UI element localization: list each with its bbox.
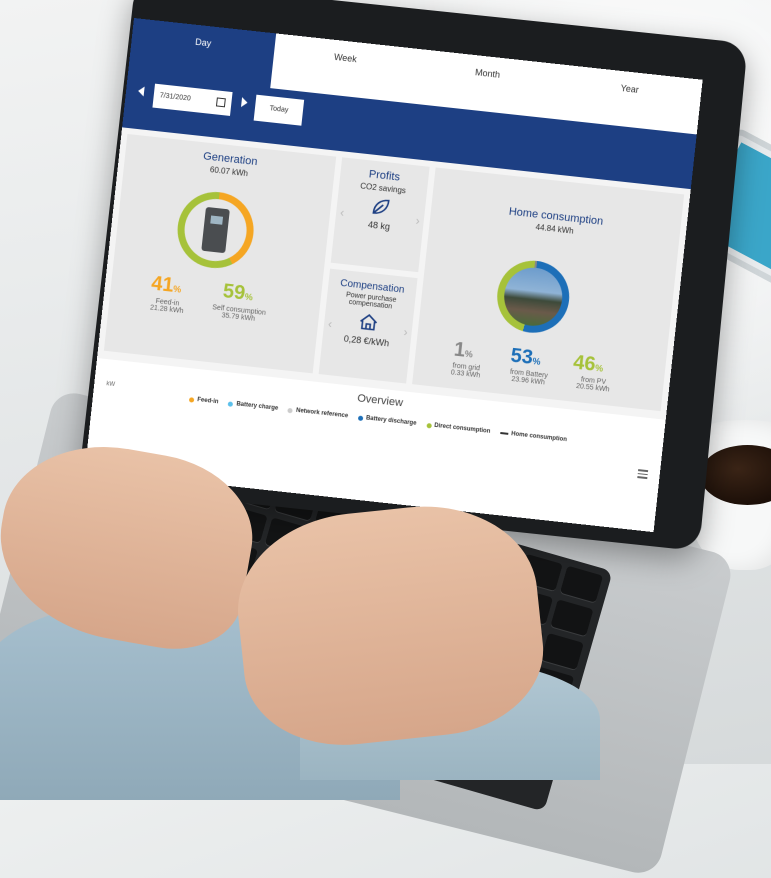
feed-in-percent: 41% bbox=[150, 272, 182, 297]
self-consumption-percent: 59% bbox=[221, 280, 254, 305]
overview-axis-label: kW bbox=[105, 381, 116, 389]
today-button[interactable]: Today bbox=[253, 94, 305, 126]
leaf-icon bbox=[372, 199, 390, 214]
legend-battery-discharge[interactable]: Battery discharge bbox=[357, 415, 417, 427]
previous-day-arrow-icon[interactable] bbox=[137, 85, 145, 97]
calendar-icon[interactable] bbox=[215, 97, 226, 108]
compensation-prev-icon[interactable]: ‹ bbox=[327, 316, 332, 330]
generation-ring bbox=[173, 188, 258, 272]
house-icon bbox=[360, 314, 378, 331]
from-pv-percent: 46% bbox=[572, 351, 604, 376]
legend-direct-consumption[interactable]: Direct consumption bbox=[426, 422, 491, 435]
house-photo bbox=[501, 264, 566, 329]
date-value: 7/31/2020 bbox=[159, 92, 192, 103]
from-grid-percent: 1% bbox=[452, 338, 474, 362]
profits-panel: Profits CO2 savings 48 kg ‹ › bbox=[330, 157, 430, 273]
next-day-arrow-icon[interactable] bbox=[241, 97, 249, 108]
legend-home-consumption[interactable]: Home consumption bbox=[500, 430, 567, 443]
home-consumption-ring bbox=[493, 257, 573, 337]
from-battery-label: from Battery 23.96 kWh bbox=[509, 368, 549, 387]
compensation-next-icon[interactable]: › bbox=[403, 325, 408, 339]
generation-panel: Generation 60.07 kWh 41% Feed-in 21.28 kW… bbox=[103, 133, 337, 374]
self-consumption-label: Self consumption 35.79 kWh bbox=[211, 304, 267, 323]
compensation-panel: Compensation Power purchase compensation… bbox=[318, 268, 418, 384]
date-input[interactable]: 7/31/2020 bbox=[152, 83, 233, 116]
inverter-icon bbox=[201, 206, 230, 254]
feed-in-label: Feed-in 21.28 kWh bbox=[149, 298, 184, 316]
legend-battery-charge[interactable]: Battery charge bbox=[228, 400, 278, 412]
from-battery-percent: 53% bbox=[509, 344, 542, 370]
from-pv-label: from PV 20.55 kWh bbox=[575, 376, 610, 394]
home-consumption-panel: Home consumption 44.84 kWh 1% from grid 0… bbox=[412, 167, 685, 412]
legend-feed-in[interactable]: Feed-in bbox=[188, 396, 219, 405]
middle-column: Profits CO2 savings 48 kg ‹ › Compensati… bbox=[318, 157, 430, 384]
from-grid-label: from grid 0.33 kWh bbox=[450, 362, 481, 380]
compensation-value: 0,28 €/kWh bbox=[343, 333, 390, 349]
chart-menu-icon[interactable] bbox=[637, 467, 649, 481]
dashboard-screen: Day Week Month Year 7/31/2020 Today Gene… bbox=[84, 18, 703, 533]
legend-network-reference[interactable]: Network reference bbox=[287, 407, 348, 419]
profits-value: 48 kg bbox=[367, 219, 391, 232]
